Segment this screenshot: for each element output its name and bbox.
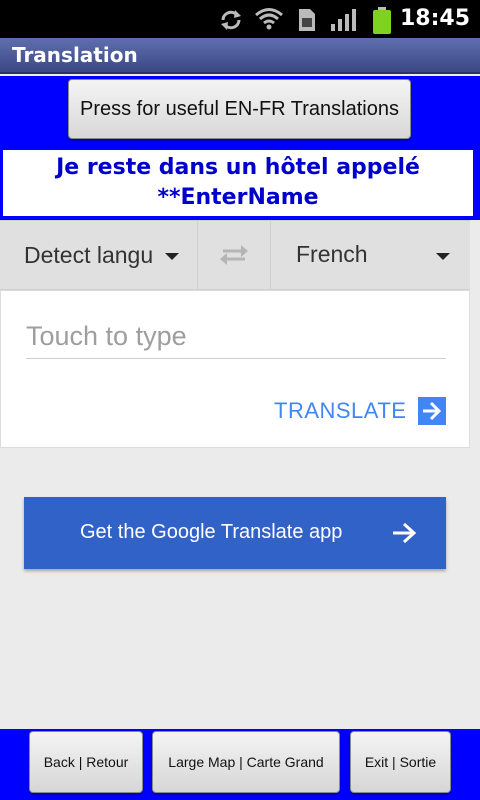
sync-icon <box>221 10 241 30</box>
arrow-right-icon <box>393 522 417 544</box>
battery-icon <box>373 7 391 34</box>
status-time: 18:45 <box>399 6 470 31</box>
title-bar: Translation <box>0 38 480 74</box>
get-app-label: Get the Google Translate app <box>80 521 343 543</box>
translate-label: TRANSLATE <box>274 398 407 423</box>
wifi-icon <box>255 8 283 30</box>
translate-button[interactable]: TRANSLATE <box>274 397 447 425</box>
useful-translations-button[interactable]: Press for useful EN-FR Translations <box>68 79 411 139</box>
chevron-down-icon <box>165 253 179 260</box>
target-language-label: French <box>296 241 368 267</box>
source-language-label: Detect language <box>24 241 152 268</box>
target-language-select[interactable]: French <box>272 221 470 289</box>
phrase-line-2: **EnterName <box>157 185 319 210</box>
chevron-down-icon <box>436 253 450 260</box>
phrase-display: Je reste dans un hôtel appelé **EnterNam… <box>3 150 473 216</box>
status-bar: 18:45 <box>0 0 480 38</box>
bottom-bar: Back | Retour Large Map | Carte Grand Ex… <box>0 729 480 800</box>
sim-icon <box>299 9 315 31</box>
back-button[interactable]: Back | Retour <box>29 731 143 793</box>
source-language-select[interactable]: Detect language <box>0 221 197 289</box>
input-card: Touch to type TRANSLATE <box>0 290 470 448</box>
language-bar: Detect language French <box>0 220 470 290</box>
header-panel: Press for useful EN-FR Translations Je r… <box>0 76 480 220</box>
phrase-line-1: Je reste dans un hôtel appelé <box>56 155 420 180</box>
arrow-right-box-icon <box>418 397 447 425</box>
app-title: Translation <box>12 43 138 67</box>
text-input[interactable]: Touch to type <box>26 321 446 359</box>
swap-languages-button[interactable] <box>197 221 271 289</box>
swap-arrows-icon <box>220 245 248 265</box>
signal-icon <box>331 9 356 31</box>
get-translate-app-button[interactable]: Get the Google Translate app <box>24 497 446 569</box>
large-map-button[interactable]: Large Map | Carte Grand <box>152 731 340 793</box>
exit-button[interactable]: Exit | Sortie <box>350 731 451 793</box>
